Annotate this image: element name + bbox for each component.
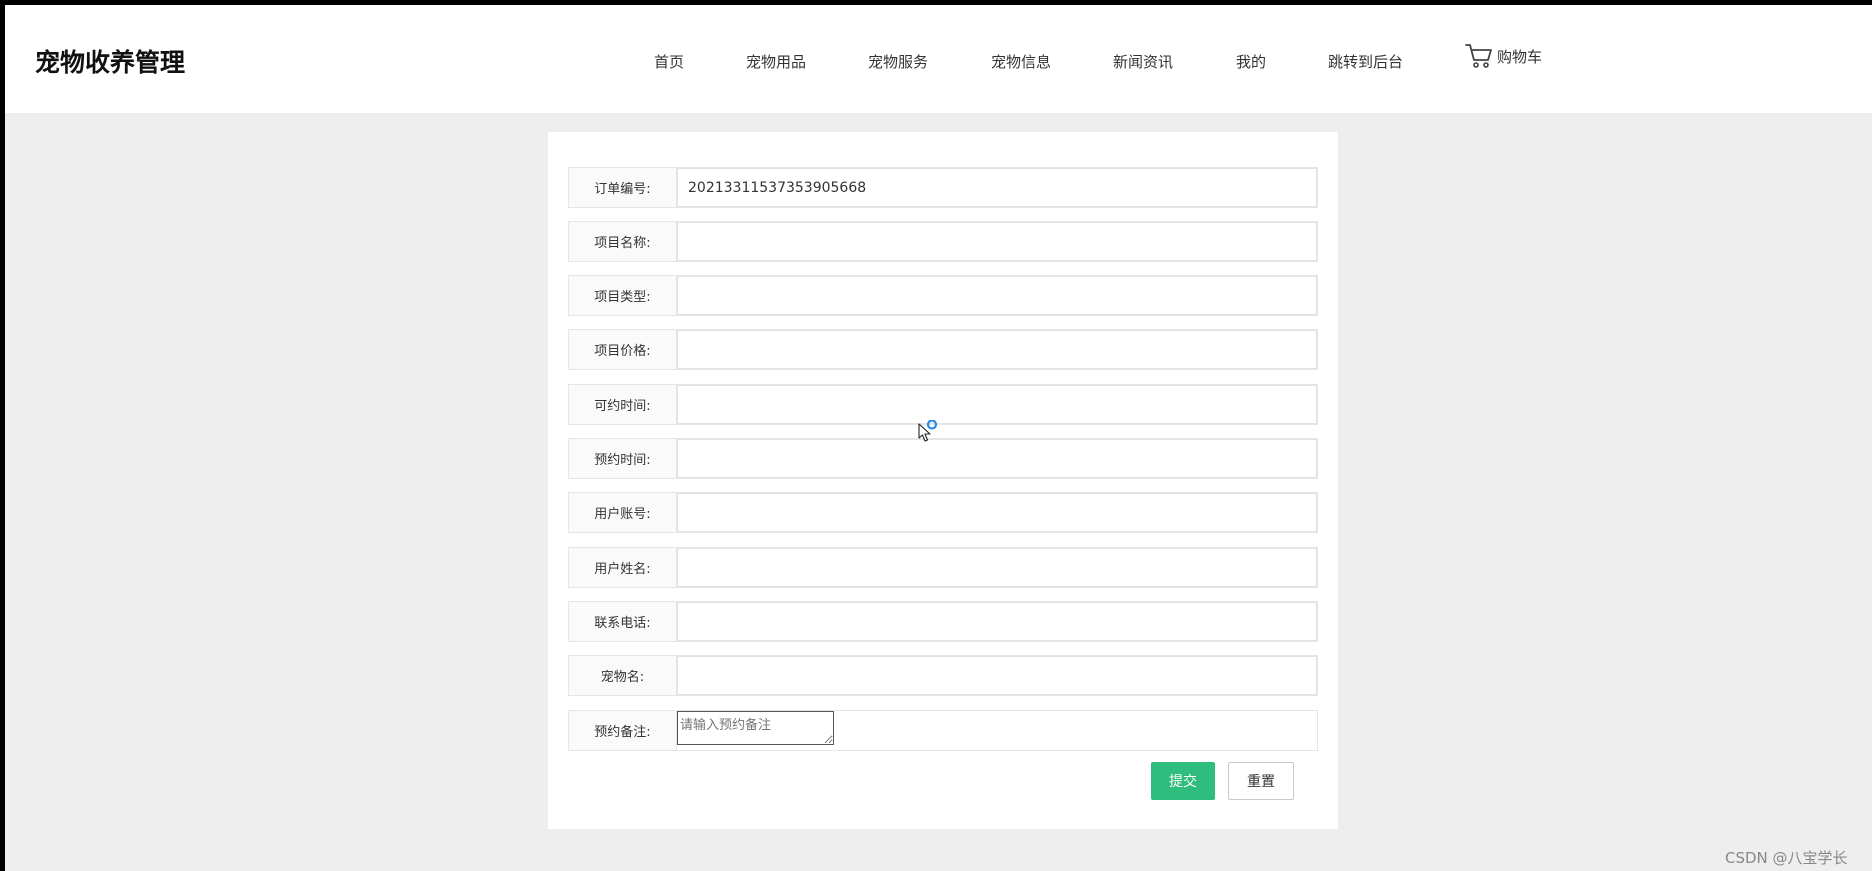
nav-pet-info[interactable]: 宠物信息 xyxy=(991,51,1051,72)
user-name-input[interactable] xyxy=(677,548,1317,587)
item-name-label: 项目名称: xyxy=(569,222,677,261)
form-row-pet-name: 宠物名: xyxy=(568,655,1318,696)
cart-label: 购物车 xyxy=(1497,48,1543,66)
user-account-label: 用户账号: xyxy=(569,493,677,532)
form-row-available-time: 可约时间: xyxy=(568,384,1318,425)
site-logo: 宠物收养管理 xyxy=(35,48,186,77)
form-row-item-type: 项目类型: xyxy=(568,275,1318,316)
form-row-remark: 预约备注: xyxy=(568,710,1318,751)
booking-time-label: 预约时间: xyxy=(569,439,677,478)
top-header: 宠物收养管理 首页 宠物用品 宠物服务 宠物信息 新闻资讯 我的 跳转到后台 购… xyxy=(5,5,1872,113)
csdn-watermark: CSDN @八宝学长 xyxy=(1725,849,1848,867)
item-price-label: 项目价格: xyxy=(569,330,677,369)
item-type-input[interactable] xyxy=(677,276,1317,315)
cart-link[interactable]: 购物车 xyxy=(1465,43,1542,69)
nav-pet-supplies[interactable]: 宠物用品 xyxy=(746,51,806,72)
nav-pet-services[interactable]: 宠物服务 xyxy=(868,51,928,72)
item-price-input[interactable] xyxy=(677,330,1317,369)
item-type-label: 项目类型: xyxy=(569,276,677,315)
pet-name-label: 宠物名: xyxy=(569,656,677,695)
booking-time-input[interactable] xyxy=(677,439,1317,478)
page-frame: 宠物收养管理 首页 宠物用品 宠物服务 宠物信息 新闻资讯 我的 跳转到后台 购… xyxy=(5,5,1872,871)
remark-label: 预约备注: xyxy=(569,711,677,750)
order-form-card: 订单编号: 项目名称: 项目类型: 项目价格: 可约时间: 预约时间: 用户账号… xyxy=(548,132,1338,829)
form-row-user-account: 用户账号: xyxy=(568,492,1318,533)
order-no-input[interactable] xyxy=(677,168,1317,207)
reset-button[interactable]: 重置 xyxy=(1228,762,1294,800)
remark-textarea[interactable] xyxy=(677,711,834,745)
nav-news[interactable]: 新闻资讯 xyxy=(1113,51,1173,72)
user-name-label: 用户姓名: xyxy=(569,548,677,587)
order-no-label: 订单编号: xyxy=(569,168,677,207)
user-account-input[interactable] xyxy=(677,493,1317,532)
phone-input[interactable] xyxy=(677,602,1317,641)
submit-button[interactable]: 提交 xyxy=(1151,762,1215,800)
nav-mine[interactable]: 我的 xyxy=(1236,51,1266,72)
available-time-input[interactable] xyxy=(677,385,1317,424)
form-row-phone: 联系电话: xyxy=(568,601,1318,642)
item-name-input[interactable] xyxy=(677,222,1317,261)
phone-label: 联系电话: xyxy=(569,602,677,641)
nav-home[interactable]: 首页 xyxy=(654,51,684,72)
form-row-user-name: 用户姓名: xyxy=(568,547,1318,588)
nav-admin-jump[interactable]: 跳转到后台 xyxy=(1328,51,1403,72)
pet-name-input[interactable] xyxy=(677,656,1317,695)
form-row-item-name: 项目名称: xyxy=(568,221,1318,262)
available-time-label: 可约时间: xyxy=(569,385,677,424)
form-row-item-price: 项目价格: xyxy=(568,329,1318,370)
form-row-order-no: 订单编号: xyxy=(568,167,1318,208)
cart-icon xyxy=(1465,43,1493,69)
busy-cursor-icon xyxy=(918,419,944,450)
